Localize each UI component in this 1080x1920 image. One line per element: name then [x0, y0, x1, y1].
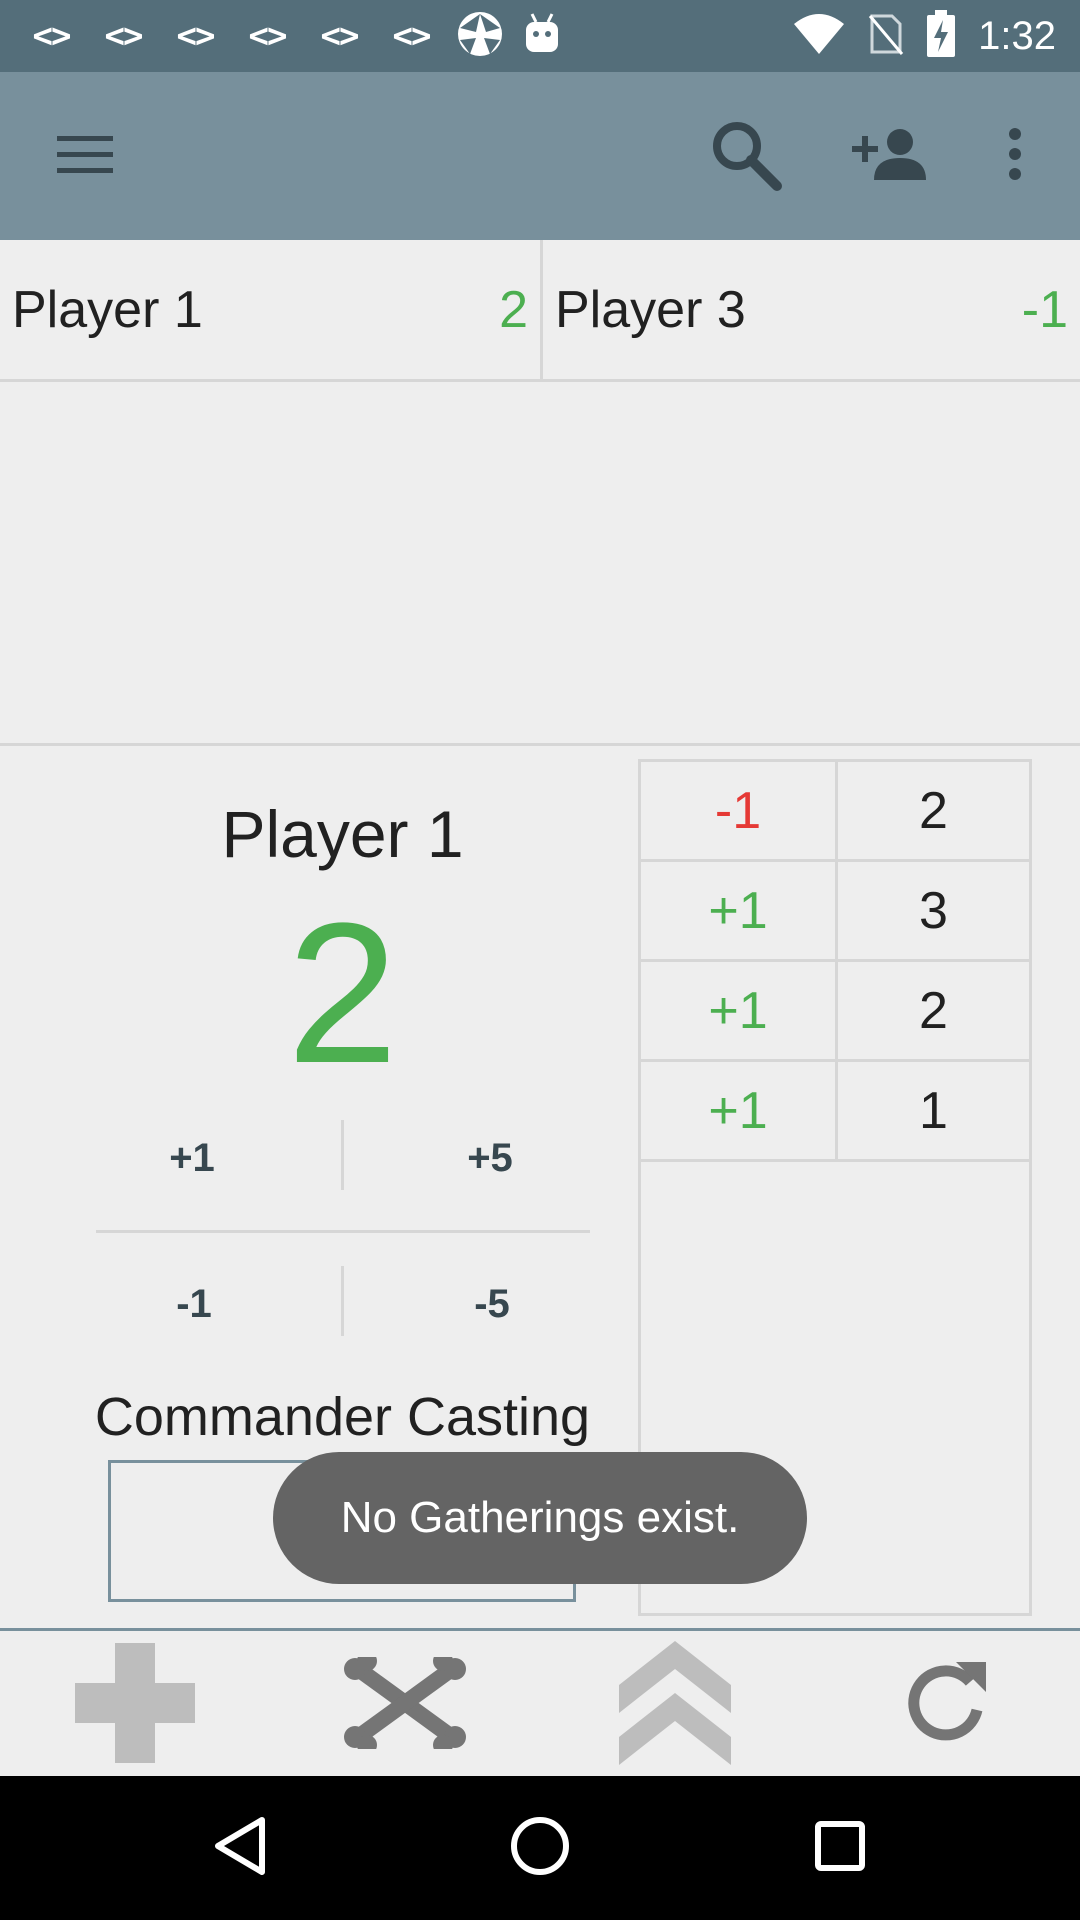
player-name: Player 1: [221, 797, 464, 871]
history-total: 3: [835, 862, 1029, 959]
crossbones-icon: [343, 1650, 467, 1755]
refresh-icon: [900, 1658, 990, 1753]
plus-icon: [75, 1642, 195, 1768]
history-delta: +1: [708, 881, 768, 940]
battery-charging-icon: [926, 9, 956, 63]
add-player-button[interactable]: [840, 72, 940, 240]
commander-casting-label: Commander Casting: [94, 1387, 591, 1447]
history-total: 2: [835, 962, 1029, 1059]
plus-one-button[interactable]: +1: [92, 1136, 292, 1181]
double-chevron-up-icon: [619, 1640, 731, 1770]
recents-icon: [814, 1820, 866, 1877]
code-notification-icon: <>: [176, 16, 216, 56]
add-person-icon: [850, 126, 930, 187]
status-time: 1:32: [978, 13, 1056, 58]
history-row: +1 1: [641, 1062, 1029, 1162]
minus-one-button[interactable]: -1: [94, 1282, 294, 1327]
section-divider: [0, 743, 1080, 746]
back-icon: [212, 1816, 268, 1881]
home-icon: [510, 1816, 570, 1881]
button-separator: [341, 1266, 344, 1336]
history-total: 2: [835, 762, 1029, 859]
back-button[interactable]: [160, 1776, 320, 1920]
tab-player-score: 2: [499, 280, 528, 339]
poison-button[interactable]: [305, 1631, 505, 1779]
tab-player-1[interactable]: Player 1 2: [0, 240, 540, 379]
history-row: +1 3: [641, 862, 1029, 962]
tab-player-3[interactable]: Player 3 -1: [540, 240, 1080, 379]
menu-icon: [55, 132, 115, 181]
history-row: +1 2: [641, 962, 1029, 1062]
system-status-area: 1:32: [792, 9, 1056, 63]
wifi-icon: [792, 12, 846, 61]
button-row-divider: [96, 1230, 590, 1233]
add-counter-button[interactable]: [35, 1631, 235, 1779]
plus-five-button[interactable]: +5: [390, 1136, 590, 1181]
no-sim-icon: [868, 12, 904, 61]
home-button[interactable]: [460, 1776, 620, 1920]
notification-area: <> <> <> <> <> <>: [24, 10, 562, 63]
app-bar: [0, 72, 1080, 240]
code-notification-icon: <>: [32, 16, 72, 56]
recents-button[interactable]: [760, 1776, 920, 1920]
history-delta: +1: [708, 981, 768, 1040]
tab-player-name: Player 3: [555, 280, 746, 339]
code-notification-icon: <>: [320, 16, 360, 56]
bottom-action-bar: [0, 1628, 1080, 1776]
search-button[interactable]: [700, 72, 790, 240]
tab-player-score: -1: [1021, 280, 1068, 339]
overflow-menu-button[interactable]: [985, 72, 1045, 240]
code-notification-icon: <>: [392, 16, 432, 56]
more-vert-icon: [1007, 127, 1023, 185]
system-navigation-bar: [0, 1776, 1080, 1920]
history-total: 1: [835, 1062, 1029, 1159]
toast-message: No Gatherings exist.: [273, 1452, 807, 1584]
reset-button[interactable]: [845, 1631, 1045, 1779]
aperture-icon: [456, 10, 504, 63]
button-separator: [341, 1120, 344, 1190]
code-notification-icon: <>: [104, 16, 144, 56]
player-tabs: Player 1 2 Player 3 -1: [0, 240, 1080, 382]
code-notification-icon: <>: [248, 16, 288, 56]
tab-player-name: Player 1: [12, 280, 203, 339]
rank-up-button[interactable]: [575, 1631, 775, 1779]
life-total: 2: [286, 882, 399, 1105]
history-delta: +1: [708, 1081, 768, 1140]
menu-button[interactable]: [40, 72, 130, 240]
history-delta: -1: [714, 781, 762, 840]
minus-five-button[interactable]: -5: [392, 1282, 592, 1327]
history-row: -1 2: [641, 762, 1029, 862]
search-icon: [707, 116, 783, 197]
status-bar: <> <> <> <> <> <> 1:32: [0, 0, 1080, 72]
android-icon: [522, 12, 562, 61]
